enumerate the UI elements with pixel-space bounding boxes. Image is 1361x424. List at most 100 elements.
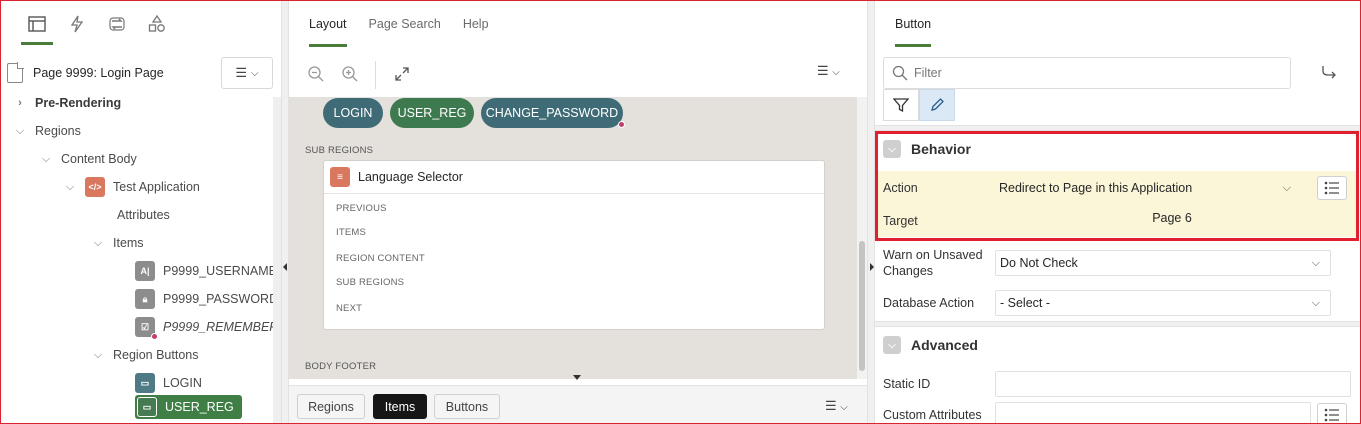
- tree-node-button-user-reg[interactable]: ▭ USER_REG: [135, 395, 242, 419]
- gallery-menu-button[interactable]: ☰ ⌵: [825, 398, 848, 414]
- tab-processing[interactable]: [97, 1, 137, 47]
- collapse-left-icon[interactable]: [283, 263, 287, 271]
- gallery-bar: Regions Items Buttons ☰ ⌵: [289, 385, 867, 423]
- property-label: Warn on Unsaved Changes: [883, 248, 983, 278]
- chevron-down-icon: ⌵: [93, 236, 103, 249]
- tab-button[interactable]: Button: [895, 1, 932, 47]
- slot-next[interactable]: NEXT: [336, 303, 362, 314]
- property-label: Custom Attributes: [883, 408, 982, 422]
- sub-region-header: ≡ Language Selector: [324, 161, 824, 194]
- tab-items[interactable]: Items: [373, 394, 427, 419]
- filter-input[interactable]: [914, 66, 1274, 80]
- tab-shared-components[interactable]: [137, 1, 177, 47]
- funnel-icon: [893, 98, 909, 113]
- left-scrollbar[interactable]: [273, 97, 281, 423]
- collapse-right-icon[interactable]: [870, 263, 874, 271]
- tree-node-regions[interactable]: ⌵ Regions: [13, 117, 81, 145]
- tree-label: Items: [113, 236, 144, 250]
- expand-icon[interactable]: [391, 63, 413, 85]
- sub-regions-label: SUB REGIONS: [305, 145, 374, 156]
- button-icon: ▭: [137, 397, 157, 417]
- tab-help[interactable]: Help: [463, 1, 489, 47]
- property-database-action: Database Action - Select - ⌵: [875, 287, 1357, 319]
- chevron-down-icon: ⌵: [41, 152, 51, 165]
- tab-page-search[interactable]: Page Search: [369, 1, 441, 47]
- zoom-in-icon[interactable]: [339, 63, 361, 85]
- chevron-down-icon: ⌵: [65, 180, 75, 193]
- tree-node-item-username[interactable]: A| P9999_USERNAME: [135, 257, 277, 285]
- canvas-button-user-reg[interactable]: USER_REG: [390, 98, 474, 128]
- tree-label: Test Application: [113, 180, 200, 194]
- group-title: Advanced: [911, 337, 978, 353]
- tab-buttons[interactable]: Buttons: [434, 394, 500, 419]
- filter-button[interactable]: [883, 89, 919, 121]
- right-splitter[interactable]: [867, 1, 875, 423]
- tree-node-test-application[interactable]: ⌵ </> Test Application: [63, 173, 200, 201]
- tab-dynamic-actions[interactable]: [57, 1, 97, 47]
- tree-node-item-remember[interactable]: ☑ P9999_REMEMBER: [135, 313, 278, 341]
- property-label: Static ID: [883, 377, 931, 391]
- warn-unsaved-select[interactable]: Do Not Check ⌵: [995, 250, 1331, 276]
- group-advanced-header[interactable]: ⌵ Advanced: [875, 327, 1360, 363]
- zoom-out-icon[interactable]: [305, 63, 327, 85]
- custom-attributes-input[interactable]: [995, 402, 1311, 423]
- list-picker-button[interactable]: [1317, 403, 1347, 423]
- canvas-scrollbar[interactable]: [857, 97, 867, 379]
- slot-items[interactable]: ITEMS: [336, 227, 366, 238]
- property-filter[interactable]: [883, 57, 1291, 89]
- tree-node-region-buttons[interactable]: ⌵ Region Buttons: [91, 341, 199, 369]
- tree-node-attributes[interactable]: Attributes: [117, 201, 170, 229]
- rendering-tree-panel: Page 9999: Login Page ☰ ⌵ › Pre-Rendering…: [1, 1, 281, 423]
- sub-region-title: Language Selector: [358, 170, 463, 184]
- error-indicator: [618, 121, 625, 128]
- scrollbar-thumb[interactable]: [859, 241, 865, 371]
- tree-node-pre-rendering[interactable]: › Pre-Rendering: [13, 89, 121, 117]
- layout-menu-button[interactable]: ☰ ⌵: [817, 63, 840, 79]
- rendering-tree-icon: [28, 16, 46, 32]
- lightning-icon: [70, 15, 84, 33]
- tab-layout[interactable]: Layout: [309, 1, 347, 47]
- slot-previous[interactable]: PREVIOUS: [336, 203, 387, 214]
- page-title: Page 9999: Login Page: [33, 66, 164, 80]
- collapse-bottom-icon[interactable]: [573, 375, 581, 380]
- chevron-down-icon: ⌵: [15, 124, 25, 137]
- highlight-box: [875, 131, 1359, 241]
- slot-sub-regions[interactable]: SUB REGIONS: [336, 277, 404, 288]
- chevron-down-icon: ⌵: [93, 348, 103, 361]
- tree-node-item-password[interactable]: 🔒︎ P9999_PASSWORD: [135, 285, 278, 313]
- tree-node-items[interactable]: ⌵ Items: [91, 229, 144, 257]
- checkbox-list-icon: ☑: [135, 317, 158, 340]
- pencil-icon: [931, 98, 944, 111]
- list-region-icon: ≡: [330, 167, 350, 187]
- layout-canvas: LOGIN USER_REG CHANGE_PASSWORD SUB REGIO…: [289, 97, 857, 379]
- processing-icon: [109, 17, 125, 31]
- edit-mode-button[interactable]: [919, 89, 955, 121]
- property-warn-unsaved: Warn on Unsaved Changes Do Not Check ⌵: [875, 245, 1357, 281]
- code-region-icon: </>: [85, 177, 105, 197]
- canvas-button-change-password[interactable]: CHANGE_PASSWORD: [481, 98, 625, 128]
- tab-regions[interactable]: Regions: [297, 394, 365, 419]
- database-action-select[interactable]: - Select - ⌵: [995, 290, 1331, 316]
- list-icon: [1324, 408, 1339, 422]
- left-splitter[interactable]: [281, 1, 289, 423]
- tree-node-content-body[interactable]: ⌵ Content Body: [39, 145, 137, 173]
- chevron-right-icon: ›: [18, 97, 22, 109]
- static-id-input[interactable]: [995, 371, 1351, 397]
- slot-region-content[interactable]: REGION CONTENT: [336, 253, 425, 264]
- tree-node-button-login[interactable]: ▭ LOGIN: [135, 369, 202, 397]
- left-panel-tabs: [1, 1, 281, 47]
- canvas-button-login[interactable]: LOGIN: [323, 98, 383, 128]
- tree-label: Regions: [35, 124, 81, 138]
- tab-rendering[interactable]: [17, 1, 57, 47]
- tree-menu-button[interactable]: ☰ ⌵: [221, 57, 273, 89]
- tree-label: Region Buttons: [113, 348, 199, 362]
- sub-region-language-selector[interactable]: ≡ Language Selector PREVIOUS ITEMS REGIO…: [323, 160, 825, 330]
- property-static-id: Static ID: [875, 369, 1357, 399]
- tree-label: Content Body: [61, 152, 137, 166]
- search-icon: [892, 65, 908, 81]
- text-field-icon: A|: [135, 261, 155, 281]
- chevron-down-icon: ⌵: [1311, 296, 1320, 309]
- go-to-group-icon[interactable]: [1321, 65, 1339, 82]
- layout-panel: Layout Page Search Help ☰ ⌵ LOGIN USER_R…: [289, 1, 867, 423]
- menu-icon: ☰: [235, 65, 248, 80]
